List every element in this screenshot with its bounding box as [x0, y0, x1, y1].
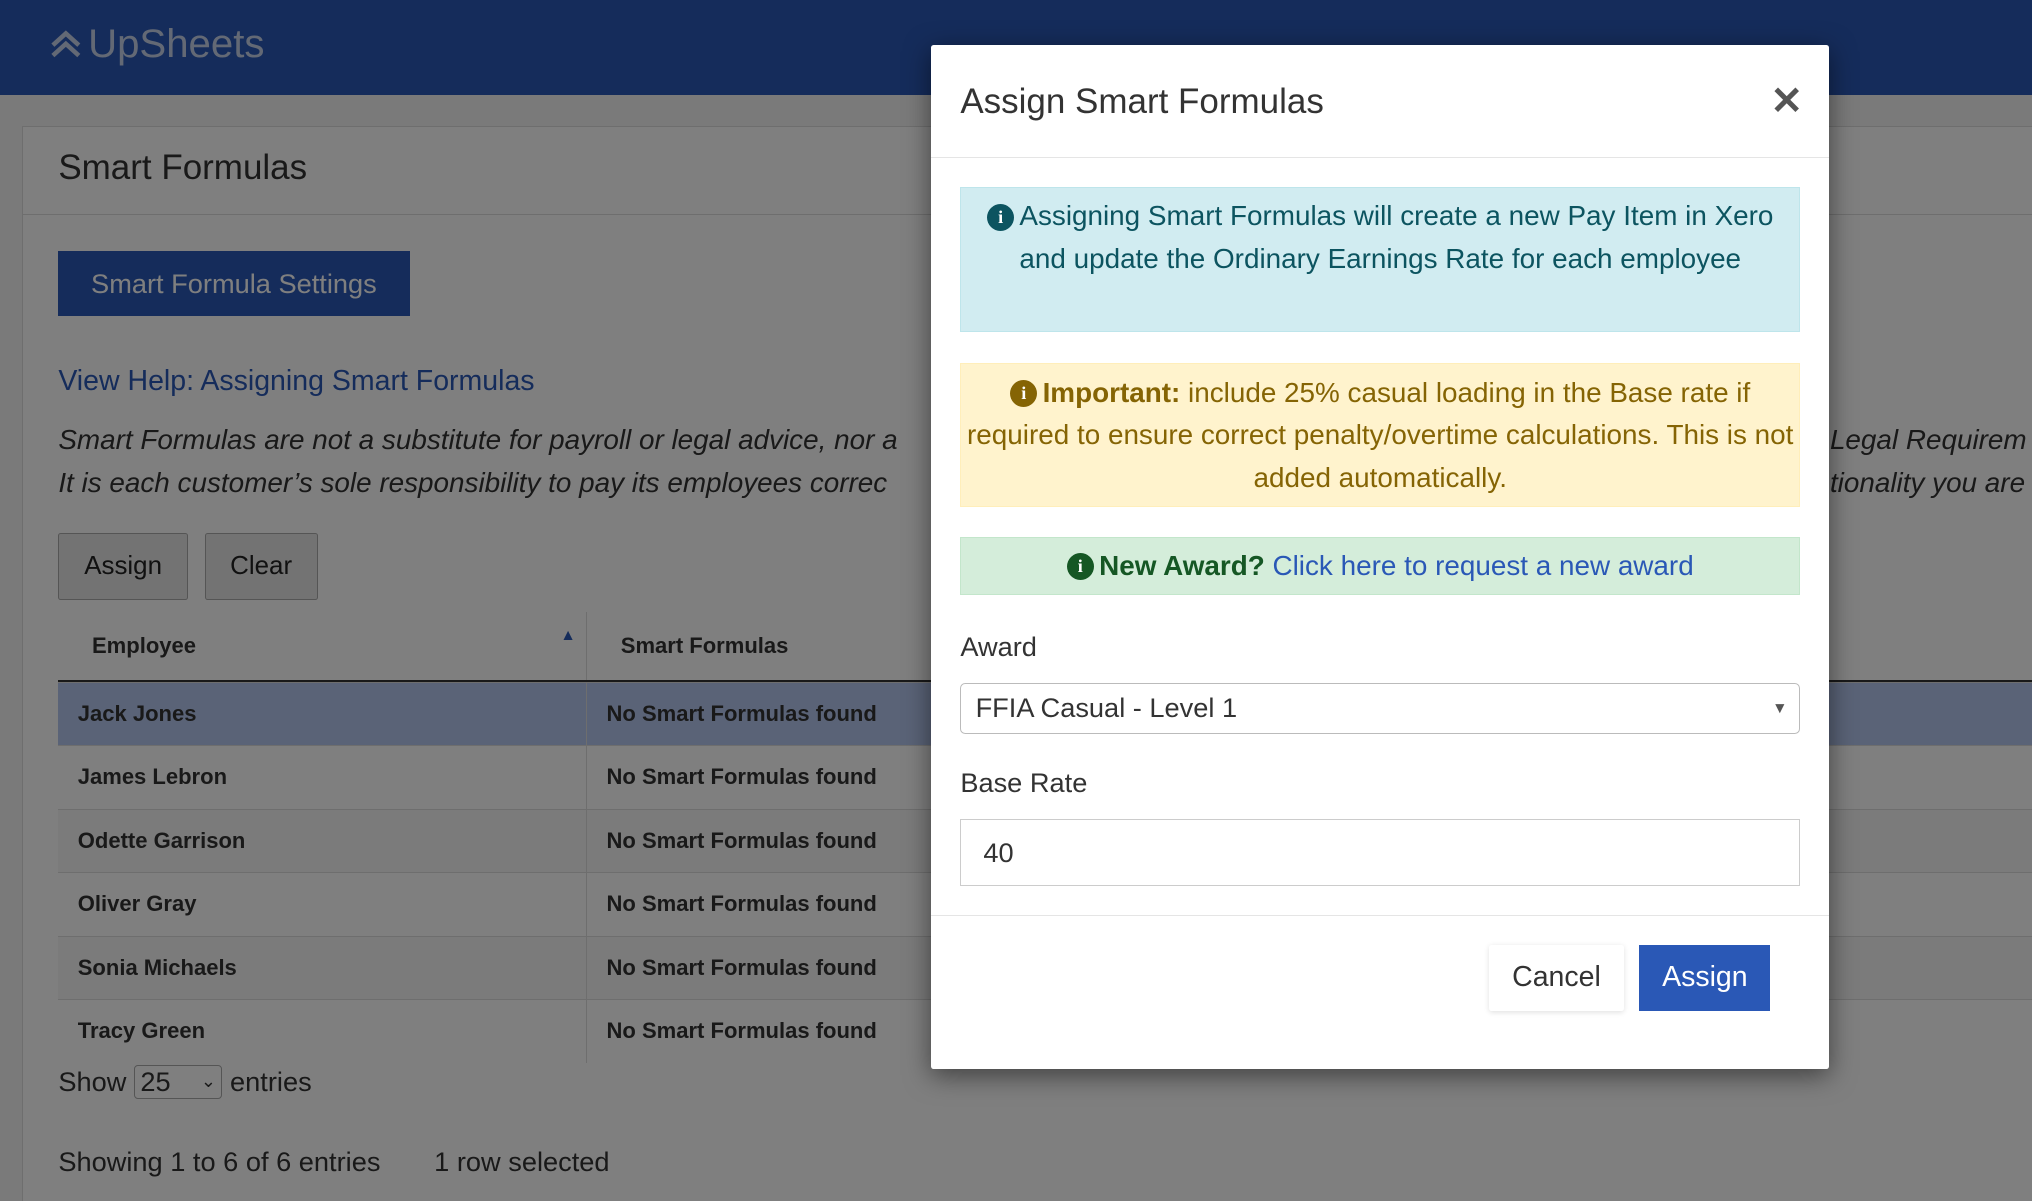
- modal-title: Assign Smart Formulas: [960, 81, 1324, 121]
- info-alert: i Assigning Smart Formulas will create a …: [960, 186, 1801, 332]
- award-label: Award: [960, 631, 1037, 663]
- warning-bold: Important:: [1042, 376, 1181, 408]
- warning-alert: i Important: include 25% casual loading i…: [960, 362, 1801, 507]
- caret-down-icon: ▼: [1772, 699, 1788, 717]
- info-icon: i: [987, 203, 1015, 231]
- base-rate-label: Base Rate: [960, 767, 1088, 799]
- modal-header-divider: [930, 156, 1829, 159]
- assign-smart-formulas-modal: Assign Smart Formulas ✕ i Assigning Smart…: [930, 45, 1829, 1070]
- base-rate-input[interactable]: 40: [960, 819, 1801, 887]
- modal-assign-button[interactable]: Assign: [1639, 944, 1771, 1011]
- info-icon: i: [1066, 553, 1094, 581]
- cancel-button[interactable]: Cancel: [1489, 945, 1624, 1011]
- award-select[interactable]: FFIA Casual - Level 1 ▼: [960, 682, 1801, 734]
- close-icon[interactable]: ✕: [1770, 79, 1803, 124]
- info-icon: i: [1010, 379, 1038, 408]
- award-value: FFIA Casual - Level 1: [975, 692, 1238, 724]
- info-text: Assigning Smart Formulas will create a n…: [1019, 200, 1774, 275]
- new-award-bold: New Award?: [1099, 549, 1265, 581]
- new-award-alert: i New Award? Click here to request a new …: [960, 536, 1801, 595]
- modal-footer-divider: [930, 914, 1829, 917]
- request-award-link[interactable]: Click here to request a new award: [1273, 550, 1694, 581]
